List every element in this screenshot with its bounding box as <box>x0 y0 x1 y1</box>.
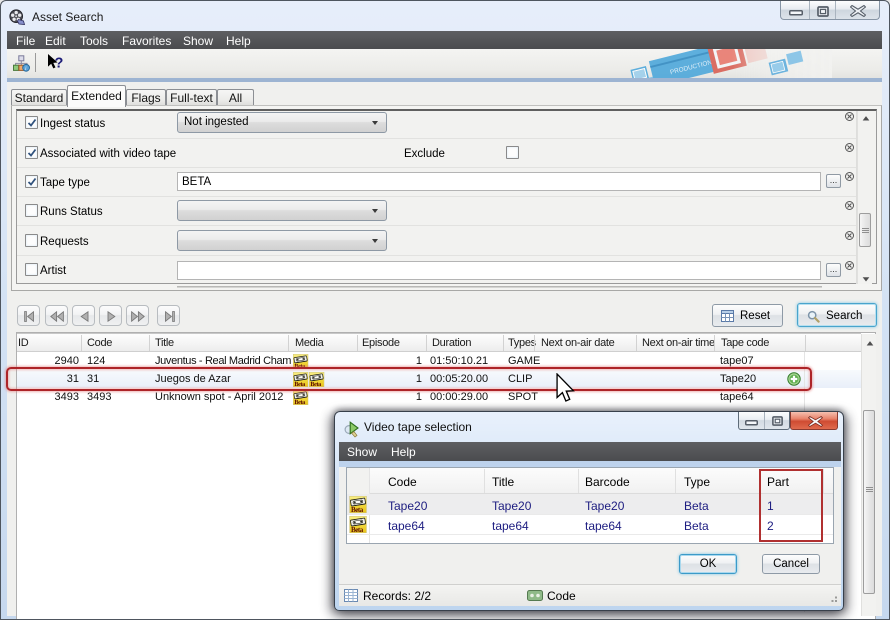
svg-text:?: ? <box>55 56 64 72</box>
svg-text:Beta: Beta <box>351 526 364 533</box>
svg-text:Beta: Beta <box>294 399 305 405</box>
svg-text:Beta: Beta <box>351 506 364 513</box>
